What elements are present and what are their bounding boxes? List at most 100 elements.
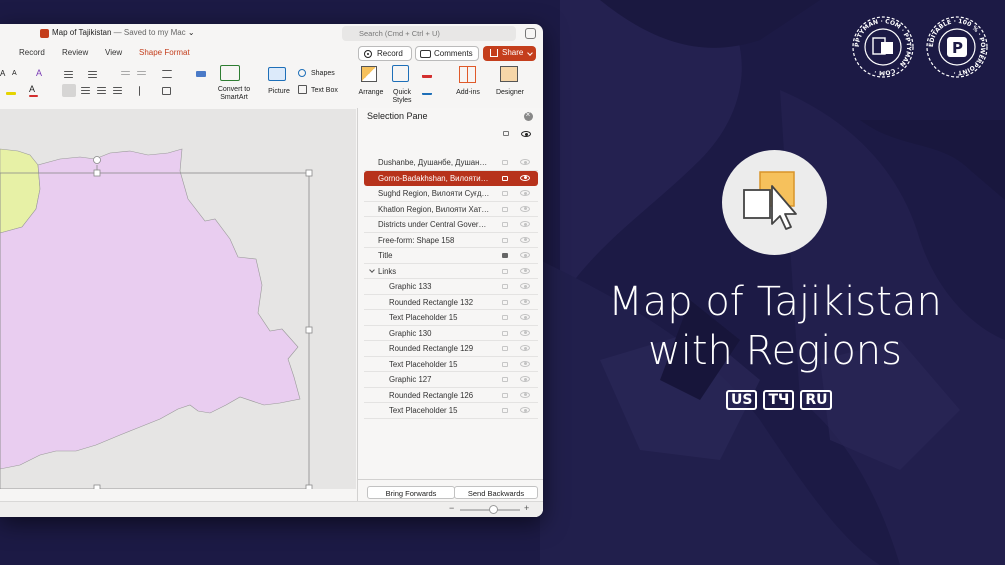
lock-icon[interactable] (502, 175, 508, 181)
lock-icon[interactable] (502, 206, 508, 212)
tab-view[interactable]: View (105, 48, 122, 57)
lock-icon[interactable] (502, 237, 508, 243)
selection-item[interactable]: Rounded Rectangle 126 (364, 388, 538, 403)
quick-styles-icon[interactable] (392, 65, 409, 82)
eye-icon[interactable] (520, 267, 530, 274)
eye-icon[interactable] (520, 298, 530, 305)
lock-icon[interactable] (502, 284, 508, 289)
eye-icon[interactable] (520, 205, 530, 212)
selection-item[interactable]: Dushanbe, Душанбе, Душан… (364, 155, 538, 171)
shapes-label[interactable]: Shapes (311, 70, 335, 78)
eye-icon[interactable] (520, 391, 530, 398)
bullets-icon[interactable] (64, 71, 73, 72)
lock-icon[interactable] (502, 268, 508, 274)
line-spacing-icon[interactable] (162, 70, 172, 78)
lock-icon[interactable] (502, 392, 508, 398)
lock-icon[interactable] (502, 330, 508, 336)
eye-icon[interactable] (520, 283, 530, 289)
text-box-icon[interactable] (298, 85, 307, 94)
font-grow-icon[interactable]: A (0, 70, 5, 78)
tab-record[interactable]: Record (19, 48, 45, 57)
tab-shape-format[interactable]: Shape Format (139, 48, 190, 57)
selection-item[interactable]: Text Placeholder 15 (364, 310, 538, 326)
selection-item[interactable]: Rounded Rectangle 132 (364, 295, 538, 310)
eye-icon[interactable] (520, 221, 530, 227)
zoom-in-icon[interactable]: + (524, 503, 529, 513)
send-backwards-button[interactable]: Send Backwards (454, 486, 538, 499)
shape-fill-icon[interactable] (422, 68, 432, 78)
eye-icon[interactable] (520, 407, 530, 413)
arrange-label[interactable]: Arrange (356, 89, 386, 97)
shapes-icon[interactable] (298, 69, 306, 77)
quick-styles-label[interactable]: Quick Styles (388, 89, 416, 105)
eye-icon[interactable] (520, 236, 530, 243)
show-all-eye-icon[interactable] (521, 131, 531, 137)
eye-icon[interactable] (520, 314, 530, 320)
add-ins-icon[interactable] (459, 66, 476, 83)
selection-item[interactable]: Free-form: Shape 158 (364, 233, 538, 248)
font-shrink-icon[interactable]: A (12, 70, 17, 78)
comments-button[interactable]: Comments (415, 46, 479, 61)
lock-icon[interactable] (502, 222, 508, 227)
close-icon[interactable] (524, 110, 533, 121)
justify-icon[interactable] (113, 87, 122, 88)
lock-all-icon[interactable] (503, 131, 509, 136)
selection-item[interactable]: Title (364, 248, 538, 264)
selection-item[interactable]: Districts under Central Gover… (364, 217, 538, 233)
shape-outline-icon[interactable] (422, 85, 432, 95)
chevron-down-icon[interactable] (369, 266, 375, 273)
selection-item[interactable]: Graphic 130 (364, 326, 538, 341)
eye-icon[interactable] (520, 360, 530, 367)
lock-icon[interactable] (502, 346, 508, 351)
decrease-indent-icon[interactable] (121, 71, 130, 72)
document-title[interactable]: Map of Tajikistan — Saved to my Mac ⌄ (52, 28, 195, 37)
eye-icon[interactable] (520, 159, 530, 165)
tajikistan-map[interactable] (0, 109, 356, 489)
selection-item[interactable]: Graphic 127 (364, 372, 538, 388)
smartart-icon[interactable] (220, 65, 240, 81)
lock-icon[interactable] (502, 191, 508, 196)
zoom-out-icon[interactable]: − (449, 503, 454, 513)
lock-icon[interactable] (502, 253, 508, 258)
slide-canvas[interactable] (0, 109, 356, 489)
text-box-label[interactable]: Text Box (311, 87, 338, 95)
lock-icon[interactable] (502, 377, 508, 382)
bring-forwards-button[interactable]: Bring Forwards (367, 486, 455, 499)
designer-label[interactable]: Designer (493, 89, 527, 97)
eye-icon[interactable] (520, 376, 530, 382)
eye-icon[interactable] (520, 174, 530, 181)
picture-label[interactable]: Picture (264, 88, 294, 96)
selection-item[interactable]: Khatlon Region, Вилояти Хат… (364, 202, 538, 217)
highlight-icon[interactable] (6, 92, 16, 95)
lock-icon[interactable] (502, 408, 508, 413)
zoom-slider-knob[interactable] (489, 505, 498, 514)
search-input[interactable]: Search (Cmd + Ctrl + U) (342, 26, 516, 41)
font-color-icon[interactable]: A (29, 85, 35, 94)
increase-indent-icon[interactable] (137, 71, 146, 72)
align-left-icon[interactable] (62, 84, 76, 97)
selection-item[interactable]: Rounded Rectangle 129 (364, 341, 538, 357)
lock-icon[interactable] (502, 361, 508, 367)
lock-icon[interactable] (502, 299, 508, 305)
lock-icon[interactable] (502, 315, 508, 320)
align-center-icon[interactable] (81, 87, 90, 88)
lock-icon[interactable] (502, 160, 508, 165)
account-icon[interactable] (525, 28, 536, 39)
tab-review[interactable]: Review (62, 48, 88, 57)
arrange-icon[interactable] (361, 66, 377, 82)
columns-icon[interactable] (196, 71, 206, 77)
clear-format-icon[interactable]: A (36, 69, 42, 78)
selection-item[interactable]: Links (364, 264, 538, 279)
designer-icon[interactable] (500, 66, 518, 82)
add-ins-label[interactable]: Add-ins (453, 89, 483, 97)
selection-item[interactable]: Gorno-Badakhshan, Вилояти… (364, 170, 538, 186)
align-text-icon[interactable] (162, 87, 171, 95)
eye-icon[interactable] (520, 329, 530, 336)
selection-item[interactable]: Text Placeholder 15 (364, 357, 538, 372)
share-button[interactable]: Share (483, 46, 536, 61)
text-direction-icon[interactable] (139, 86, 147, 96)
align-right-icon[interactable] (97, 87, 106, 88)
selection-item[interactable]: Sughd Region, Вилояти Суғд… (364, 186, 538, 202)
eye-icon[interactable] (520, 252, 530, 258)
record-button[interactable]: Record (358, 46, 412, 61)
